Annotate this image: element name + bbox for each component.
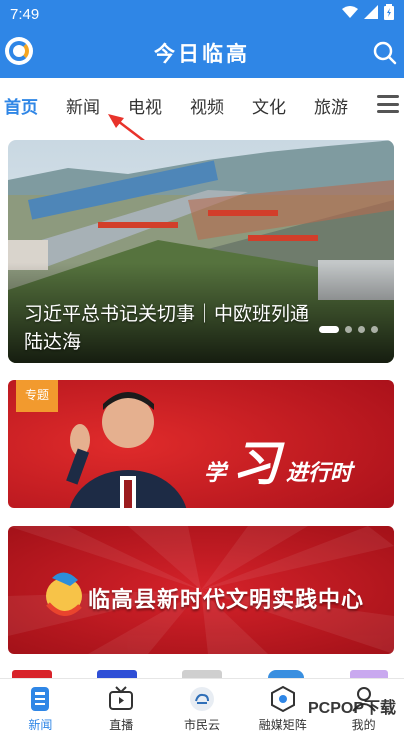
- channel-menu-icon[interactable]: [377, 95, 399, 113]
- search-icon[interactable]: [372, 40, 398, 66]
- tab-culture[interactable]: 文化: [252, 93, 286, 118]
- citizen-cloud-icon: [189, 687, 214, 711]
- status-bar: 7:49: [0, 0, 404, 28]
- slogan-part-2: 进行时: [286, 460, 353, 486]
- nav-citizen-cloud-label: 市民云: [183, 718, 220, 732]
- shortcut-icon: [12, 670, 52, 678]
- civilization-center-card[interactable]: 临高县新时代文明实践中心: [8, 526, 394, 654]
- tv-icon: [109, 686, 134, 710]
- media-matrix-icon: [270, 685, 295, 713]
- topic-slogan: 学习进行时: [204, 424, 352, 494]
- app-title: 今日临高: [154, 41, 250, 66]
- carousel-dot: [358, 326, 365, 333]
- carousel-dot: [345, 326, 352, 333]
- shortcut-row-peek: [0, 670, 404, 678]
- wifi-icon: [342, 5, 358, 23]
- banner-caption: 习近平总书记关切事｜中欧班列通陆达海: [24, 303, 310, 353]
- shortcut-icon: [182, 670, 222, 678]
- slogan-part-1: 学: [204, 460, 227, 486]
- watermark-logo: PCPOP下载: [308, 694, 396, 718]
- nav-live[interactable]: 直播: [81, 679, 162, 735]
- app-header: 今日临高: [0, 28, 404, 78]
- channel-tabs: 首页 新闻 电视 视频 文化 旅游: [0, 78, 404, 132]
- nav-news-label: 新闻: [28, 718, 53, 732]
- carousel-dot: [371, 326, 378, 333]
- tab-home[interactable]: 首页: [4, 93, 38, 118]
- tab-travel[interactable]: 旅游: [314, 93, 348, 118]
- civilization-center-title: 临高县新时代文明实践中心: [88, 588, 365, 613]
- slogan-big-char: 习: [232, 436, 281, 492]
- shortcut-icon: [268, 670, 304, 678]
- tab-tv[interactable]: 电视: [128, 93, 162, 118]
- nav-media-matrix-label: 融媒矩阵: [258, 718, 307, 732]
- tab-video[interactable]: 视频: [190, 93, 224, 118]
- status-time: 7:49: [10, 5, 40, 23]
- news-icon: [31, 687, 50, 711]
- watermark-text: PCPOP下载: [307, 700, 396, 717]
- signal-icon: [364, 5, 378, 23]
- nav-profile-label: 我的: [351, 718, 376, 732]
- nav-citizen-cloud[interactable]: 市民云: [162, 679, 243, 735]
- tab-news[interactable]: 新闻: [66, 93, 100, 118]
- shortcut-icon: [97, 670, 137, 678]
- special-topic-card[interactable]: 专题 学习进行时: [8, 380, 394, 508]
- carousel-dot: [319, 326, 339, 333]
- carousel-indicator: [313, 326, 378, 333]
- topic-tag: 专题: [16, 380, 58, 412]
- news-carousel[interactable]: 习近平总书记关切事｜中欧班列通陆达海: [8, 140, 394, 363]
- nav-live-label: 直播: [109, 718, 134, 732]
- battery-icon: [384, 4, 394, 24]
- nav-news[interactable]: 新闻: [0, 679, 81, 735]
- shortcut-icon: [350, 670, 388, 678]
